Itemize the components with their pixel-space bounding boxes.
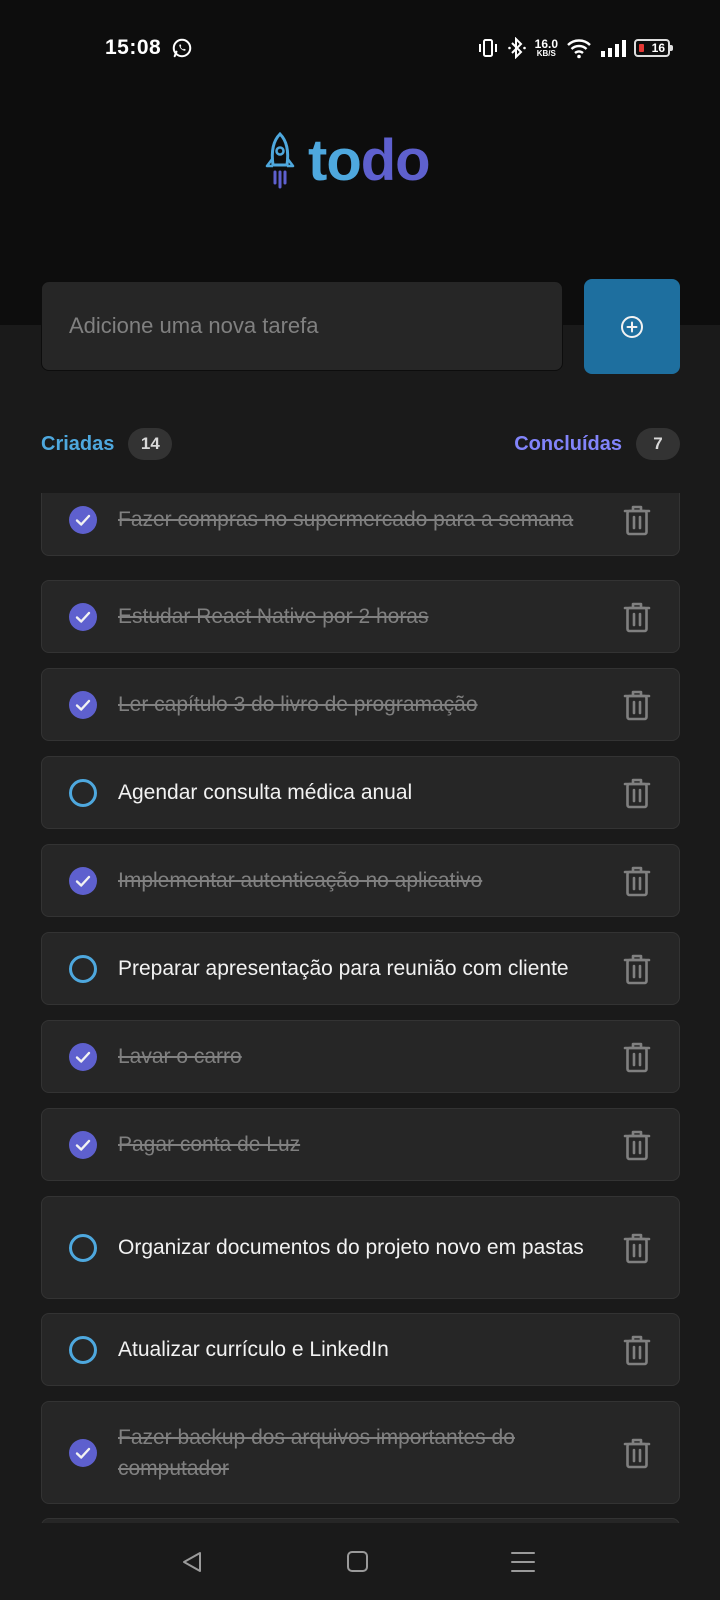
trash-icon[interactable]: [623, 1129, 651, 1161]
battery-indicator: 16: [634, 39, 673, 57]
trash-icon[interactable]: [623, 865, 651, 897]
task-text: Fazer compras no supermercado para a sem…: [118, 508, 574, 531]
recents-icon[interactable]: [508, 1548, 538, 1576]
done-counter: Concluídas 7: [514, 428, 680, 460]
status-icons: 16.0 KB/S 16: [477, 34, 673, 62]
check-circle-icon[interactable]: [68, 690, 98, 720]
vibrate-icon: [478, 39, 497, 57]
app-title-part1: to: [308, 128, 362, 193]
task-item[interactable]: Implementar autenticação no aplicativo: [41, 844, 680, 917]
plus-circle-icon: [621, 315, 643, 338]
task-text: Ler capítulo 3 do livro de programação: [118, 693, 478, 716]
task-item[interactable]: Atualizar currículo e LinkedIn: [41, 1313, 680, 1386]
empty-circle-icon[interactable]: [68, 1335, 98, 1365]
task-text: Preparar apresentação para reunião com c…: [118, 957, 569, 980]
trash-icon[interactable]: [623, 601, 651, 633]
empty-circle-icon[interactable]: [68, 778, 98, 808]
task-text: Atualizar currículo e LinkedIn: [118, 1338, 389, 1361]
trash-icon[interactable]: [623, 1334, 651, 1366]
task-item[interactable]: Estudar React Native por 2 horas: [41, 580, 680, 653]
task-text: Estudar React Native por 2 horas: [118, 605, 429, 628]
signal-icon: [601, 40, 626, 57]
app-logo: todo: [262, 130, 431, 192]
bluetooth-icon: [507, 37, 526, 59]
task-item[interactable]: Fazer backup dos arquivos importantes do…: [41, 1401, 680, 1504]
created-count-badge: 14: [128, 428, 173, 460]
check-circle-icon[interactable]: [68, 1130, 98, 1160]
whatsapp-icon: [172, 38, 192, 58]
trash-icon[interactable]: [623, 1041, 651, 1073]
empty-circle-icon[interactable]: [68, 1233, 98, 1263]
task-item[interactable]: Organizar documentos do projeto novo em …: [41, 1196, 680, 1299]
created-counter: Criadas 14: [41, 428, 173, 460]
task-text: Implementar autenticação no aplicativo: [118, 869, 483, 892]
trash-icon[interactable]: [623, 1437, 651, 1469]
task-text: Fazer backup dos arquivos importantes do…: [118, 1425, 515, 1480]
trash-icon[interactable]: [623, 777, 651, 809]
task-text: Agendar consulta médica anual: [118, 781, 413, 804]
task-item[interactable]: Preparar apresentação para reunião com c…: [41, 932, 680, 1005]
new-task-input[interactable]: [41, 281, 563, 371]
check-circle-icon[interactable]: [68, 1438, 98, 1468]
network-speed: 16.0 KB/S: [535, 38, 558, 58]
task-item[interactable]: Pagar conta de Luz: [41, 1108, 680, 1181]
task-text: Pagar conta de Luz: [118, 1133, 301, 1156]
task-counters: Criadas 14 Concluídas 7: [41, 428, 680, 464]
task-item[interactable]: Lavar o carro: [41, 1020, 680, 1093]
done-count-badge: 7: [636, 428, 680, 460]
check-circle-icon[interactable]: [68, 1042, 98, 1072]
task-text: Organizar documentos do projeto novo em …: [118, 1236, 584, 1259]
app-title-part2: do: [360, 128, 431, 193]
wifi-icon: [567, 39, 591, 59]
trash-icon[interactable]: [623, 1232, 651, 1264]
app-title: todo: [308, 132, 431, 190]
rocket-icon: [265, 131, 295, 189]
system-navigation-bar: [0, 1523, 720, 1600]
trash-icon[interactable]: [623, 953, 651, 985]
task-item[interactable]: Agendar consulta médica anual: [41, 756, 680, 829]
status-bar: 15:08 16.0 KB/S 16: [0, 30, 720, 66]
trash-icon[interactable]: [623, 689, 651, 721]
network-speed-unit: KB/S: [536, 49, 556, 58]
task-list[interactable]: Fazer compras no supermercado para a sem…: [41, 493, 680, 1523]
app-header: 15:08 16.0 KB/S 16 todo: [0, 0, 720, 325]
created-label: Criadas: [41, 432, 115, 455]
empty-circle-icon[interactable]: [68, 954, 98, 984]
check-circle-icon[interactable]: [68, 866, 98, 896]
check-circle-icon[interactable]: [68, 602, 98, 632]
trash-icon[interactable]: [623, 504, 651, 536]
add-task-button[interactable]: [584, 279, 680, 374]
back-icon[interactable]: [178, 1548, 208, 1576]
status-time: 15:08: [105, 36, 162, 59]
home-icon[interactable]: [342, 1548, 372, 1576]
task-item[interactable]: Ler capítulo 3 do livro de programação: [41, 668, 680, 741]
task-text: Lavar o carro: [118, 1045, 242, 1068]
task-item[interactable]: Fazer compras no supermercado para a sem…: [41, 493, 680, 556]
check-circle-icon[interactable]: [68, 505, 98, 535]
done-label: Concluídas: [514, 432, 622, 455]
